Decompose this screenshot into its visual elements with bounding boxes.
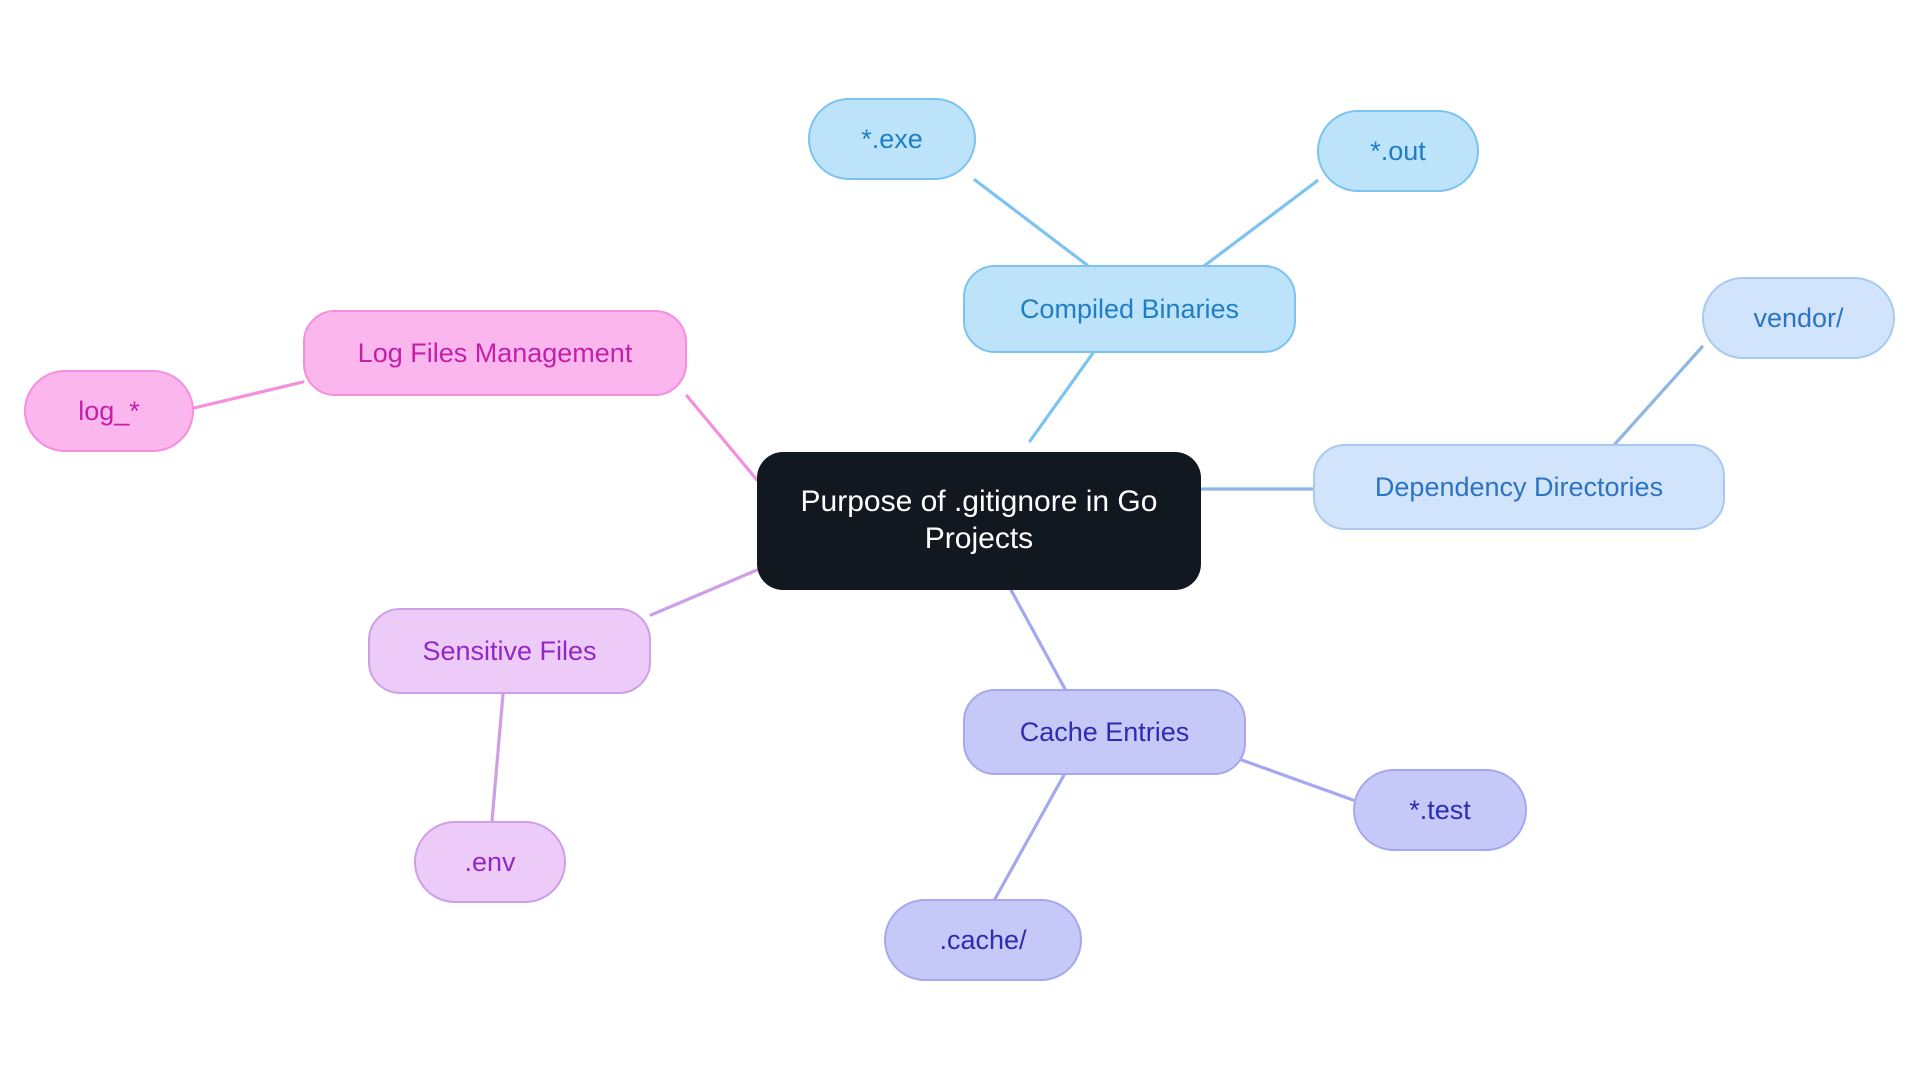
mindmap-branch-log-files-management-label: Log Files Management — [357, 337, 633, 368]
mindmap-leaf-exe[interactable]: *.exe — [808, 98, 976, 180]
edge-cache-entries-test — [1237, 757, 1355, 802]
mindmap-leaf-exe-label: *.exe — [861, 123, 923, 154]
edge-compiled-binaries-out — [1194, 179, 1319, 274]
edge-compiled-binaries-exe — [973, 178, 1089, 267]
mindmap-leaf-vendor[interactable]: vendor/ — [1702, 277, 1895, 359]
mindmap-branch-dependency-directories[interactable]: Dependency Directories — [1313, 444, 1725, 530]
edge-root-cache-entries — [1009, 588, 1067, 691]
mindmap-leaf-log-star-label: log_* — [78, 395, 140, 426]
mindmap-branch-cache-entries[interactable]: Cache Entries — [963, 689, 1246, 775]
mindmap-leaf-test-label: *.test — [1409, 794, 1471, 825]
edge-root-log-files-management — [685, 394, 759, 482]
edge-root-sensitive-files — [649, 568, 759, 617]
mindmap-leaf-vendor-label: vendor/ — [1753, 302, 1844, 333]
edge-dependency-directories-vendor — [1613, 345, 1704, 446]
edge-root-compiled-binaries — [1028, 351, 1095, 443]
edge-sensitive-files-env — [490, 692, 505, 823]
mindmap-leaf-log-star[interactable]: log_* — [24, 370, 194, 452]
mindmap-branch-sensitive-files-label: Sensitive Files — [422, 635, 597, 666]
mindmap-branch-dependency-directories-label: Dependency Directories — [1374, 471, 1664, 502]
mindmap-leaf-env[interactable]: .env — [414, 821, 566, 903]
mindmap-leaf-cache-label: .cache/ — [939, 924, 1027, 955]
mindmap-root-node-label: Purpose of .gitignore in Go Projects — [800, 485, 1158, 555]
mindmap-root-node[interactable]: Purpose of .gitignore in Go Projects — [757, 452, 1201, 590]
mindmap-leaf-cache[interactable]: .cache/ — [884, 899, 1082, 981]
mindmap-branch-compiled-binaries[interactable]: Compiled Binaries — [963, 265, 1296, 353]
mindmap-leaf-env-label: .env — [464, 846, 516, 877]
mindmap-leaf-out[interactable]: *.out — [1317, 110, 1479, 192]
mindmap-canvas: Purpose of .gitignore in Go Projects Comp… — [0, 0, 1920, 1083]
edge-log-files-management-log-star — [192, 380, 305, 410]
mindmap-leaf-test[interactable]: *.test — [1353, 769, 1527, 851]
mindmap-branch-log-files-management[interactable]: Log Files Management — [303, 310, 687, 396]
edge-cache-entries-cache — [993, 773, 1066, 901]
mindmap-branch-compiled-binaries-label: Compiled Binaries — [1019, 293, 1240, 324]
mindmap-branch-sensitive-files[interactable]: Sensitive Files — [368, 608, 651, 694]
mindmap-branch-cache-entries-label: Cache Entries — [1019, 716, 1190, 747]
mindmap-leaf-out-label: *.out — [1370, 135, 1426, 166]
